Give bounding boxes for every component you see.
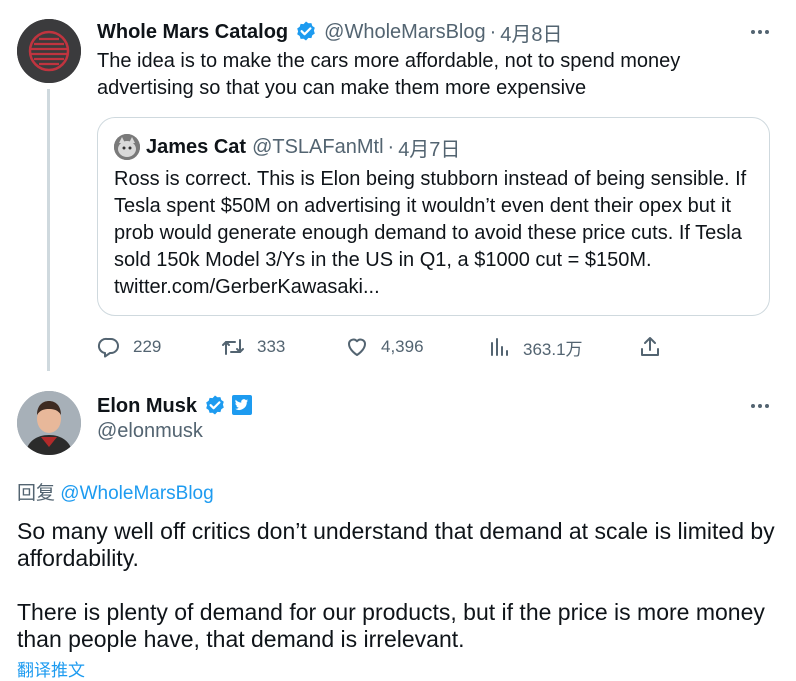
tweet-paragraph: There is plenty of demand for our produc… — [17, 599, 765, 652]
verified-badge-icon[interactable] — [203, 394, 227, 418]
twitter-affiliate-icon[interactable] — [231, 394, 255, 418]
quote-date: 4月7日 — [398, 138, 461, 161]
like-count: 4,396 — [381, 337, 424, 356]
reply-icon — [97, 337, 119, 358]
tweet-paragraph: So many well off critics don’t understan… — [17, 518, 775, 571]
views-button[interactable]: 363.1万 — [487, 332, 583, 362]
heart-icon — [348, 338, 366, 356]
reply-button[interactable]: 229 — [97, 332, 161, 362]
separator-dot: · — [489, 20, 497, 43]
retweet-button[interactable]: 333 — [221, 332, 285, 362]
avatar-whole-mars-catalog[interactable] — [17, 19, 81, 83]
reply-prefix: 回复 — [17, 483, 56, 504]
quote-text: Ross is correct. This is Elon being stub… — [114, 168, 747, 298]
reply-count: 229 — [133, 337, 162, 356]
tweet-action-bar: 229 333 4,396 363.1万 — [97, 332, 677, 362]
author-name[interactable]: Elon Musk — [97, 395, 197, 418]
quote-author-handle: @TSLAFanMtl — [252, 135, 384, 158]
main-tweet-header: Elon Musk — [97, 392, 261, 420]
more-icon[interactable] — [746, 396, 774, 416]
author-handle[interactable]: @elonmusk — [97, 420, 203, 443]
share-button[interactable] — [638, 332, 674, 362]
author-handle[interactable]: @WholeMarsBlog — [324, 21, 485, 44]
quote-header: James Cat @TSLAFanMtl · 4月7日 — [146, 133, 460, 161]
replying-to: 回复 @WholeMarsBlog — [17, 478, 214, 505]
share-icon — [641, 337, 659, 356]
quoted-tweet-card[interactable]: James Cat @TSLAFanMtl · 4月7日 Ross is cor… — [97, 117, 770, 316]
avatar-james-cat — [114, 134, 140, 160]
parent-tweet-header: Whole Mars Catalog @WholeMarsBlog · 4月8日 — [97, 18, 563, 46]
view-count: 363.1万 — [523, 339, 583, 359]
tweet-date[interactable]: 4月8日 — [500, 18, 562, 47]
parent-tweet-text: The idea is to make the cars more afford… — [97, 50, 681, 99]
retweet-count: 333 — [257, 337, 286, 356]
more-icon[interactable] — [746, 22, 774, 42]
views-chart-icon — [491, 338, 508, 356]
retweet-icon — [222, 339, 244, 355]
reply-to-handle-link[interactable]: @WholeMarsBlog — [60, 483, 213, 504]
author-name[interactable]: Whole Mars Catalog — [97, 21, 288, 44]
separator-dot: · — [387, 135, 395, 158]
like-button[interactable]: 4,396 — [345, 332, 424, 362]
translate-tweet-link[interactable]: 翻译推文 — [17, 656, 85, 681]
quote-author-name: James Cat — [146, 135, 247, 158]
main-tweet-text: So many well off critics don’t understan… — [17, 518, 787, 680]
avatar-elon-musk[interactable] — [17, 391, 81, 455]
verified-badge-icon[interactable] — [294, 20, 318, 44]
thread-connector-line — [47, 89, 50, 371]
